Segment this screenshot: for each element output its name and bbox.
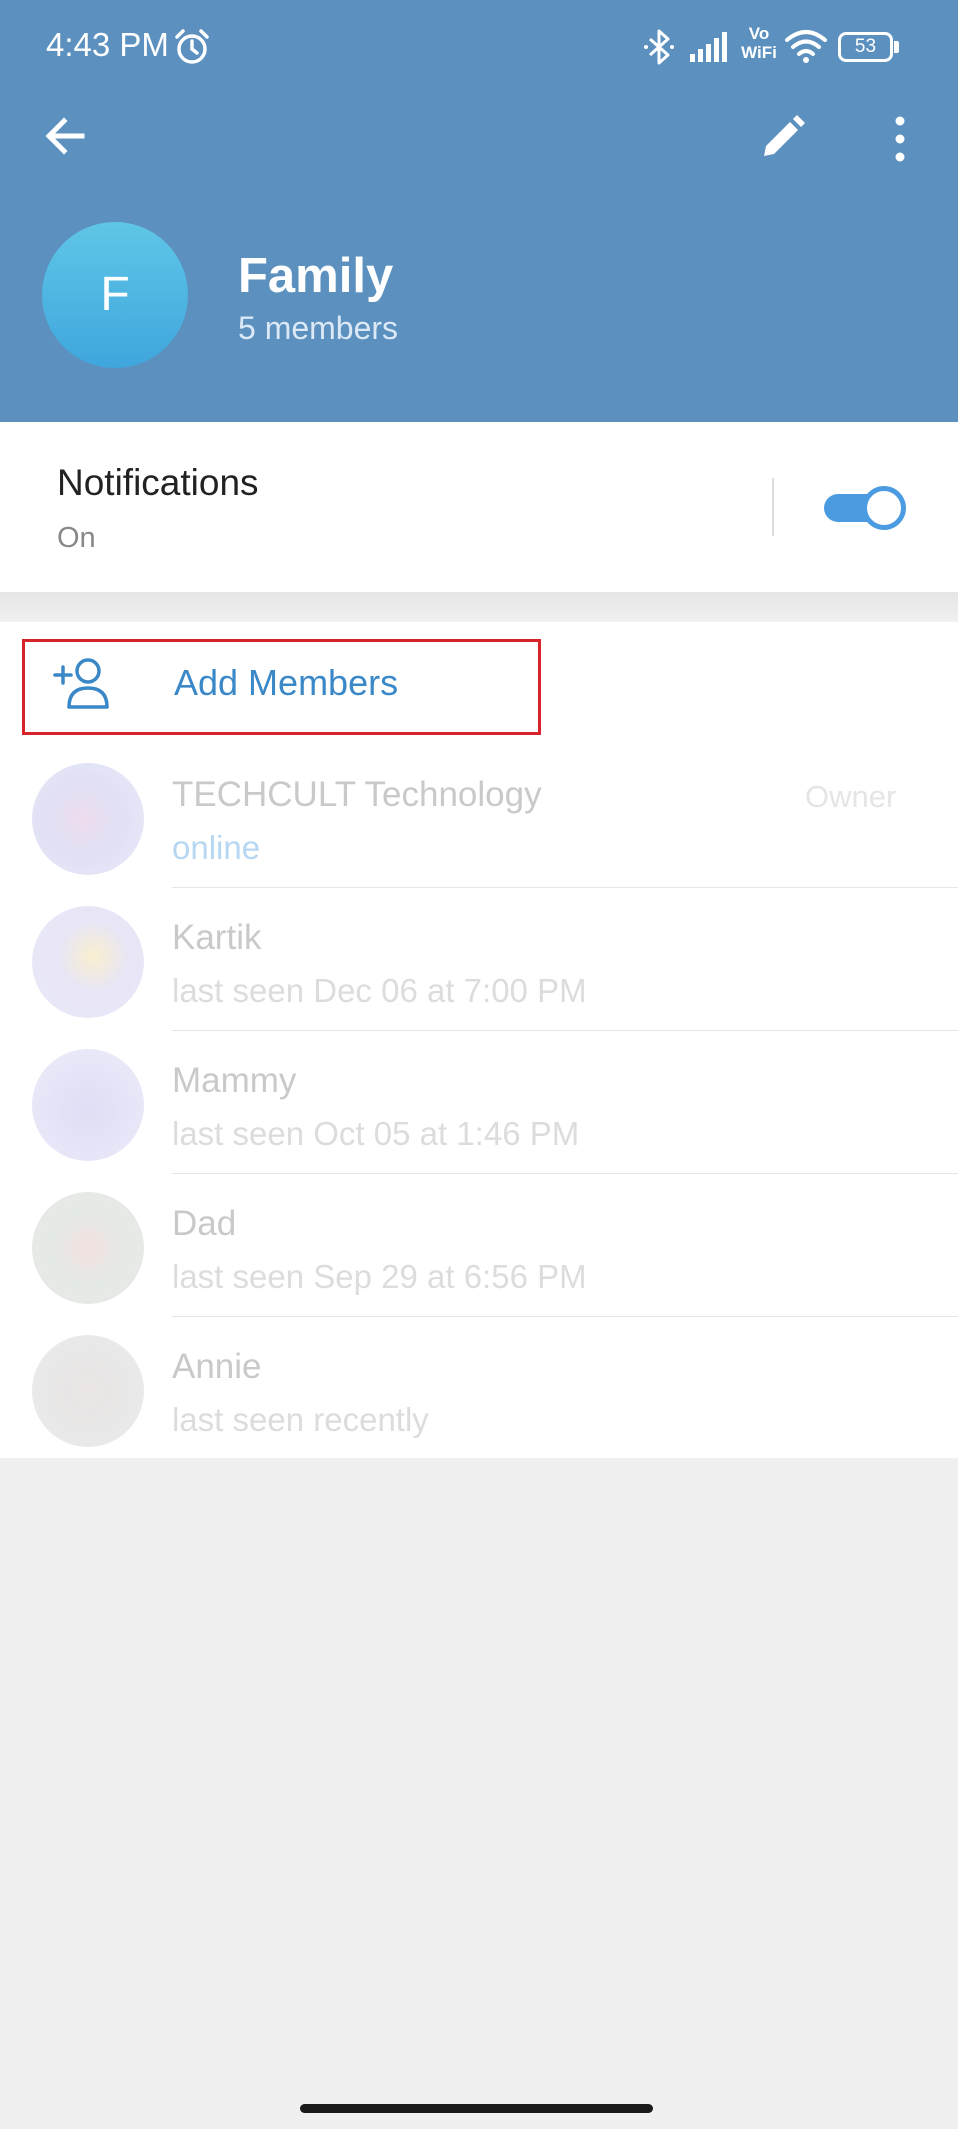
member-status: last seen Sep 29 at 6:56 PM bbox=[172, 1258, 587, 1295]
notifications-title: Notifications bbox=[57, 462, 259, 503]
edit-pencil-icon[interactable] bbox=[758, 112, 808, 162]
member-avatar bbox=[32, 1049, 144, 1161]
status-time: 4:43 PM bbox=[46, 26, 169, 63]
vowifi-icon: Vo WiFi bbox=[741, 24, 777, 62]
cellular-signal-icon bbox=[690, 32, 727, 62]
bluetooth-icon bbox=[644, 29, 674, 65]
wifi-icon bbox=[785, 30, 827, 63]
member-name: Annie bbox=[172, 1347, 262, 1386]
member-row-dad[interactable]: Dad last seen Sep 29 at 6:56 PM bbox=[0, 1174, 958, 1317]
member-role-badge: Owner bbox=[805, 779, 897, 814]
member-avatar bbox=[32, 763, 144, 875]
member-row-mammy[interactable]: Mammy last seen Oct 05 at 1:46 PM bbox=[0, 1031, 958, 1174]
group-name: Family bbox=[238, 249, 394, 303]
group-avatar[interactable]: F bbox=[42, 222, 188, 368]
section-divider bbox=[0, 592, 958, 622]
member-status: last seen Oct 05 at 1:46 PM bbox=[172, 1115, 580, 1152]
status-bar: 4:43 PM Vo WiFi 53 bbox=[0, 0, 958, 90]
member-status: online bbox=[172, 829, 261, 866]
add-members-label: Add Members bbox=[174, 662, 399, 703]
group-members-count: 5 members bbox=[238, 310, 399, 346]
notifications-divider bbox=[772, 478, 774, 536]
member-status: last seen Dec 06 at 7:00 PM bbox=[172, 972, 587, 1009]
add-user-icon bbox=[53, 658, 109, 709]
member-name: TECHCULT Technology bbox=[172, 775, 542, 814]
member-row-kartik[interactable]: Kartik last seen Dec 06 at 7:00 PM bbox=[0, 888, 958, 1031]
member-name: Kartik bbox=[172, 918, 262, 957]
notifications-toggle[interactable] bbox=[822, 484, 908, 530]
member-name: Dad bbox=[172, 1204, 237, 1243]
member-avatar bbox=[32, 1192, 144, 1304]
home-indicator[interactable] bbox=[300, 2104, 653, 2113]
battery-icon: 53 bbox=[838, 32, 900, 62]
back-arrow-icon[interactable] bbox=[38, 108, 94, 164]
chat-header: 4:43 PM Vo WiFi 53 F Family 5 members bbox=[0, 0, 958, 422]
member-status: last seen recently bbox=[172, 1401, 429, 1438]
member-name: Mammy bbox=[172, 1061, 297, 1100]
more-options-icon[interactable] bbox=[880, 112, 920, 166]
member-row-techcult[interactable]: TECHCULT Technology online Owner bbox=[0, 745, 958, 888]
battery-level: 53 bbox=[854, 36, 877, 57]
member-avatar bbox=[32, 1335, 144, 1447]
notifications-row[interactable] bbox=[0, 422, 958, 592]
notifications-value: On bbox=[57, 522, 96, 554]
alarm-icon bbox=[175, 29, 209, 64]
member-avatar bbox=[32, 906, 144, 1018]
member-row-annie[interactable]: Annie last seen recently bbox=[0, 1317, 958, 1460]
